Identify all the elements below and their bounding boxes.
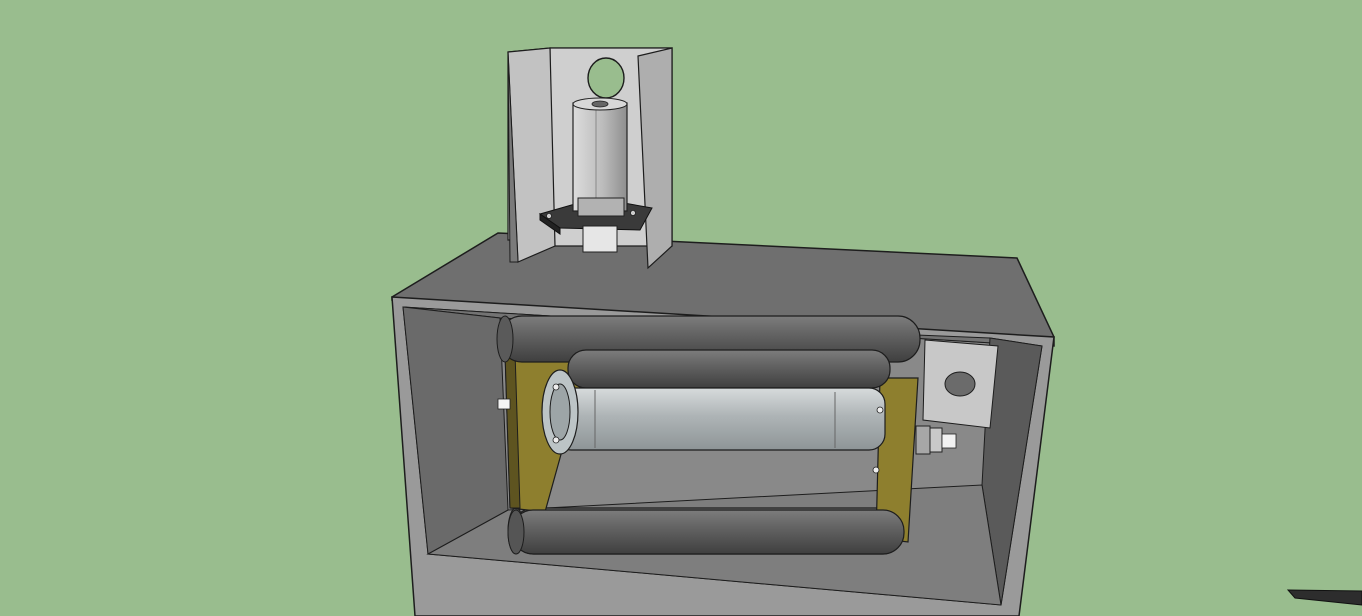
main-drum	[554, 387, 886, 451]
upper-roller-front	[567, 349, 891, 389]
pencil-icon[interactable]	[1286, 589, 1362, 606]
left-bearing-flange	[541, 369, 579, 455]
mounting-hole	[944, 371, 976, 397]
model-canvas[interactable]	[0, 0, 1362, 616]
left-shaft-bolt	[497, 398, 511, 410]
bracket-hole	[587, 57, 625, 99]
3d-modeling-viewport[interactable]	[0, 0, 1362, 616]
front-lower-roller	[507, 509, 905, 555]
